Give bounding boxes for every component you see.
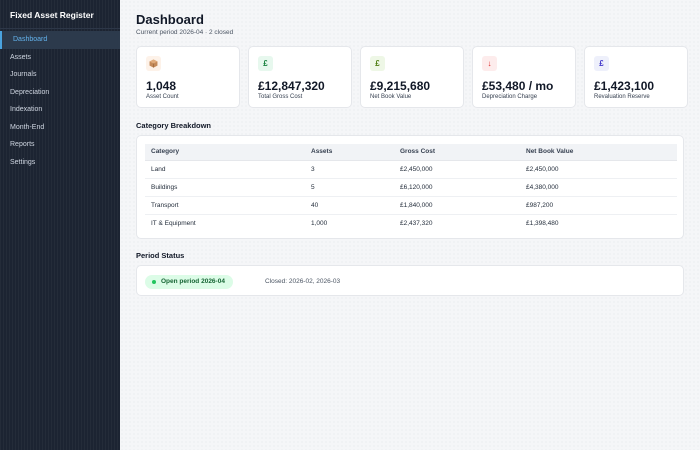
sidebar-nav: Dashboard Assets Journals Depreciation I… (0, 31, 120, 171)
table-row: Land 3 £2,450,000 £2,450,000 (145, 160, 677, 179)
stat-card-depreciation-charge: ↓ £53,480 / mo Depreciation Charge (472, 46, 576, 108)
table-row: IT & Equipment 1,000 £2,437,320 £1,398,4… (145, 214, 677, 232)
stat-label: Revaluation Reserve (594, 94, 650, 100)
table-cell: Buildings (145, 178, 305, 197)
sidebar-item-indexation[interactable]: Indexation (0, 101, 120, 119)
open-period-badge: Open period 2026-04 (145, 275, 233, 289)
sidebar-item-settings[interactable]: Settings (0, 154, 120, 172)
sidebar-item-journals[interactable]: Journals (0, 66, 120, 84)
closed-periods-text: Closed: 2026-02, 2026-03 (265, 278, 341, 285)
stat-value: 1,048 (146, 79, 177, 93)
table-cell: 40 (305, 196, 394, 215)
stat-card-revaluation-reserve: £ £1,423,100 Revaluation Reserve (584, 46, 688, 108)
table-cell: £4,380,000 (520, 178, 677, 197)
category-breakdown-title: Category Breakdown (136, 121, 212, 130)
stat-label: Total Gross Cost (258, 94, 303, 100)
sidebar-item-depreciation[interactable]: Depreciation (0, 84, 120, 102)
sidebar-item-month-end[interactable]: Month-End (0, 119, 120, 137)
table-header-row: Category Assets Gross Cost Net Book Valu… (145, 144, 677, 161)
app-title: Fixed Asset Register (0, 0, 120, 29)
table-cell: 3 (305, 160, 394, 179)
table-cell: £1,398,480 (526, 219, 559, 227)
sidebar: Fixed Asset Register Dashboard Assets Jo… (0, 0, 120, 450)
table-cell: £2,450,000 (394, 160, 520, 179)
stat-value: £12,847,320 (258, 79, 325, 93)
stat-card-net-book-value: £ £9,215,680 Net Book Value (360, 46, 464, 108)
period-status-title: Period Status (136, 251, 185, 260)
table-cell: Land (145, 160, 305, 179)
table-cell: £6,120,000 (394, 178, 520, 197)
pound-icon: £ (258, 56, 273, 71)
column-header: Net Book Value (520, 144, 677, 161)
stat-value: £9,215,680 (370, 79, 431, 93)
table-row: Transport 40 £1,840,000 £987,200 (145, 196, 677, 215)
period-status-card: Open period 2026-04 Closed: 2026-02, 202… (136, 265, 684, 296)
pound-icon: £ (594, 56, 609, 71)
table-cell: IT & Equipment (151, 219, 196, 227)
sidebar-item-assets[interactable]: Assets (0, 49, 120, 67)
stat-label: Net Book Value (370, 94, 412, 100)
stat-value: £53,480 / mo (482, 79, 554, 93)
pound-icon: £ (370, 56, 385, 71)
table-cell: 5 (305, 178, 394, 197)
arrow-down-icon: ↓ (482, 56, 497, 71)
table-cell: £2,437,320 (400, 219, 433, 227)
box-icon (146, 56, 161, 71)
sidebar-item-dashboard[interactable]: Dashboard (0, 31, 120, 49)
main-content: Dashboard Current period 2026-04 · 2 clo… (120, 0, 700, 450)
table-cell: £2,450,000 (520, 160, 677, 179)
stat-cards: 1,048 Asset Count £ £12,847,320 Total Gr… (136, 46, 688, 108)
column-header: Category (145, 144, 305, 161)
column-header: Gross Cost (394, 144, 520, 161)
category-breakdown-card: Category Assets Gross Cost Net Book Valu… (136, 135, 684, 239)
page-subtitle: Current period 2026-04 · 2 closed (136, 29, 234, 36)
table-cell: £1,840,000 (394, 196, 520, 215)
column-header: Assets (305, 144, 394, 161)
table-cell: £987,200 (520, 196, 677, 215)
stat-value: £1,423,100 (594, 79, 655, 93)
open-period-label: Open period 2026-04 (161, 278, 225, 285)
status-dot-icon (152, 280, 156, 284)
table-row: Buildings 5 £6,120,000 £4,380,000 (145, 178, 677, 197)
stat-label: Asset Count (146, 94, 179, 100)
stat-card-asset-count: 1,048 Asset Count (136, 46, 240, 108)
table-cell: Transport (145, 196, 305, 215)
category-table: Category Assets Gross Cost Net Book Valu… (145, 144, 677, 232)
stat-card-total-gross-cost: £ £12,847,320 Total Gross Cost (248, 46, 352, 108)
sidebar-item-reports[interactable]: Reports (0, 136, 120, 154)
table-cell: 1,000 (311, 219, 328, 227)
stat-label: Depreciation Charge (482, 94, 538, 100)
page-title: Dashboard (136, 12, 204, 27)
